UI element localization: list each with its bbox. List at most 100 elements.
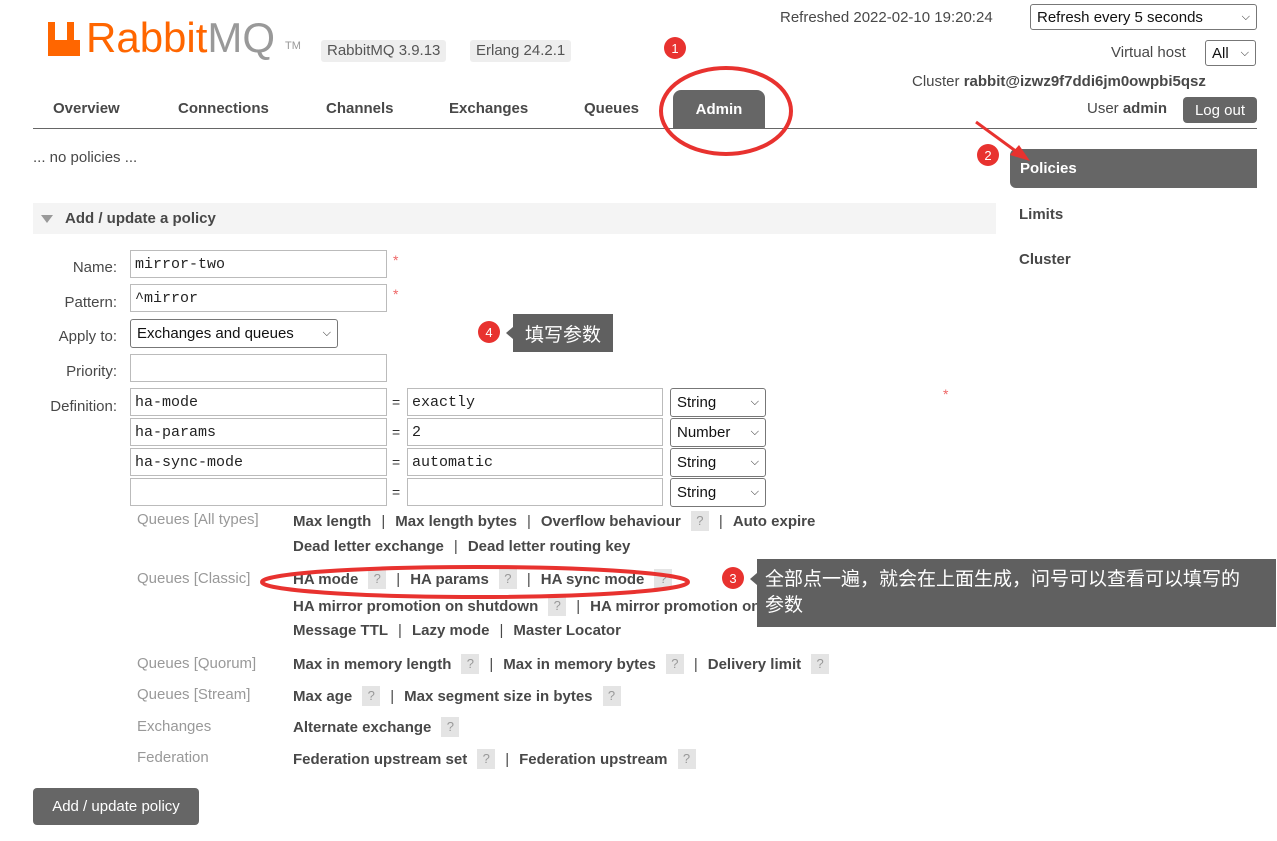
separator: | [489, 655, 494, 673]
help-link-max-age[interactable]: Max age [293, 688, 352, 705]
help-row: Alternate exchange? [293, 717, 460, 737]
definition-value-input[interactable] [407, 478, 663, 506]
tab-divider [33, 128, 1257, 129]
help-link-overflow-behaviour[interactable]: Overflow behaviour [541, 513, 681, 530]
tooltip-pointer-icon [506, 327, 513, 339]
help-question-icon[interactable]: ? [461, 654, 480, 674]
help-question-icon[interactable]: ? [811, 654, 830, 674]
help-link-max-length-bytes[interactable]: Max length bytes [395, 513, 517, 530]
sidebar-item-policies[interactable]: Policies [1010, 149, 1257, 188]
definition-label: Definition: [50, 398, 117, 415]
user-info: User admin [1087, 100, 1167, 117]
annotation-badge-4: 4 [478, 321, 500, 343]
logo-mark [48, 40, 80, 56]
definition-value-input[interactable]: 2 [407, 418, 663, 446]
definition-type-select[interactable]: Number ⌵ [670, 418, 766, 447]
definition-value-input[interactable]: exactly [407, 388, 663, 416]
help-link-dead-letter-exchange[interactable]: Dead letter exchange [293, 538, 444, 555]
sidebar-item-cluster[interactable]: Cluster [1019, 251, 1071, 268]
help-question-icon[interactable]: ? [362, 686, 381, 706]
separator: | [396, 570, 401, 588]
help-link-alternate-exchange[interactable]: Alternate exchange [293, 719, 431, 736]
definition-type-select[interactable]: String ⌵ [670, 388, 766, 417]
collapse-triangle-icon [41, 214, 53, 223]
add-policy-section-header[interactable]: Add / update a policy [33, 203, 996, 234]
apply-to-select[interactable]: Exchanges and queues ⌵ [130, 319, 338, 348]
help-link-delivery-limit[interactable]: Delivery limit [708, 656, 801, 673]
help-question-icon[interactable]: ? [548, 596, 567, 616]
definition-key-input[interactable]: ha-mode [130, 388, 387, 416]
add-update-policy-button[interactable]: Add / update policy [33, 788, 199, 825]
help-category-stream: Queues [Stream] [137, 686, 251, 703]
virtual-host-value: All [1212, 44, 1229, 62]
definition-type-select[interactable]: String ⌵ [670, 448, 766, 477]
help-question-icon[interactable]: ? [665, 654, 684, 674]
equals-sign: = [392, 424, 401, 440]
help-link-max-in-memory-length[interactable]: Max in memory length [293, 656, 451, 673]
refresh-interval-select[interactable]: Refresh every 5 seconds ⌵ [1030, 4, 1257, 30]
user-label: User [1087, 100, 1119, 117]
help-link-auto-expire[interactable]: Auto expire [733, 513, 816, 530]
help-link-ha-params[interactable]: HA params [410, 571, 489, 588]
chevron-down-icon: ⌵ [750, 426, 759, 438]
cluster-info: Cluster rabbit@izwz9f7ddi6jm0owpbi5qsz [912, 73, 1206, 90]
help-question-icon[interactable]: ? [654, 569, 673, 589]
logo-mark [67, 22, 74, 42]
tab-connections[interactable]: Connections [178, 100, 269, 117]
tab-overview[interactable]: Overview [53, 100, 120, 117]
help-link-ha-sync-mode[interactable]: HA sync mode [541, 571, 645, 588]
logout-button[interactable]: Log out [1183, 97, 1257, 123]
help-row: HA mirror promotion on shutdown? | HA mir… [293, 596, 838, 616]
separator: | [453, 538, 458, 555]
chevron-down-icon: ⌵ [750, 396, 759, 408]
help-question-icon[interactable]: ? [368, 569, 387, 589]
help-link-federation-upstream[interactable]: Federation upstream [519, 751, 667, 768]
tab-queues[interactable]: Queues [584, 100, 639, 117]
definition-key-input[interactable] [130, 478, 387, 506]
help-link-dead-letter-routing-key[interactable]: Dead letter routing key [468, 538, 631, 555]
tooltip-pointer-icon [750, 573, 757, 585]
logo-text-mq: MQ [207, 14, 276, 61]
help-question-icon[interactable]: ? [690, 511, 709, 531]
help-link-message-ttl[interactable]: Message TTL [293, 622, 388, 639]
rabbitmq-version-badge: RabbitMQ 3.9.13 [321, 40, 447, 62]
equals-sign: = [392, 454, 401, 470]
tab-channels[interactable]: Channels [326, 100, 394, 117]
policy-pattern-input[interactable]: ^mirror [130, 284, 387, 312]
help-link-max-in-memory-bytes[interactable]: Max in memory bytes [503, 656, 656, 673]
help-category-federation: Federation [137, 749, 209, 766]
help-link-lazy-mode[interactable]: Lazy mode [412, 622, 490, 639]
definition-type-select[interactable]: String ⌵ [670, 478, 766, 507]
help-link-master-locator[interactable]: Master Locator [513, 622, 621, 639]
virtual-host-select[interactable]: All ⌵ [1205, 40, 1256, 66]
help-row: Max in memory length? | Max in memory byt… [293, 654, 830, 674]
tab-admin[interactable]: Admin [673, 90, 765, 129]
definition-key-input[interactable]: ha-params [130, 418, 387, 446]
help-link-federation-upstream-set[interactable]: Federation upstream set [293, 751, 467, 768]
help-question-icon[interactable]: ? [441, 717, 460, 737]
separator: | [718, 512, 723, 530]
help-category-quorum: Queues [Quorum] [137, 655, 257, 672]
section-title: Add / update a policy [65, 210, 216, 227]
name-label: Name: [72, 259, 117, 276]
virtual-host-label: Virtual host [1111, 44, 1186, 61]
help-link-max-segment-size[interactable]: Max segment size in bytes [404, 688, 592, 705]
tab-exchanges[interactable]: Exchanges [449, 100, 528, 117]
required-marker: * [393, 252, 399, 268]
help-question-icon[interactable]: ? [498, 569, 517, 589]
help-link-max-length[interactable]: Max length [293, 513, 371, 530]
help-category-exchanges: Exchanges [137, 718, 212, 735]
priority-label: Priority: [66, 363, 117, 380]
help-link-ha-mode[interactable]: HA mode [293, 571, 358, 588]
sidebar-item-limits[interactable]: Limits [1019, 206, 1063, 223]
separator: | [505, 750, 510, 768]
definition-key-input[interactable]: ha-sync-mode [130, 448, 387, 476]
priority-input[interactable] [130, 354, 387, 382]
definition-value-input[interactable]: automatic [407, 448, 663, 476]
help-question-icon[interactable]: ? [677, 749, 696, 769]
help-link-ha-promotion-shutdown[interactable]: HA mirror promotion on shutdown [293, 598, 538, 615]
annotation-tooltip-3-line-1: 全部点一遍，就会在上面生成，问号可以查看可以填写的 [765, 569, 1241, 590]
policy-name-input[interactable]: mirror-two [130, 250, 387, 278]
help-question-icon[interactable]: ? [602, 686, 621, 706]
help-question-icon[interactable]: ? [477, 749, 496, 769]
